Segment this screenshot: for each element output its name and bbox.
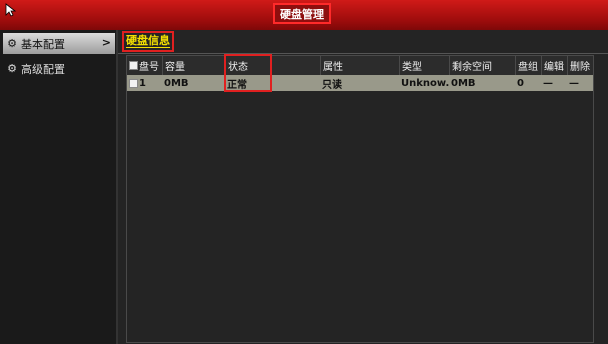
attribute-cell: 只读: [322, 79, 342, 91]
column-header-type: 类型: [399, 56, 449, 75]
status-cell: 正常: [227, 79, 247, 91]
column-header-status: 状态: [225, 56, 320, 75]
edit-button[interactable]: —: [541, 75, 567, 91]
sidebar-item-basic-config[interactable]: ⚙ 基本配置 >: [3, 33, 115, 54]
title-bar: 硬盘管理: [0, 0, 608, 30]
table-row[interactable]: 1 0MB 正常 只读 Unknow... 0MB 0 — —: [127, 75, 593, 91]
capacity-cell: 0MB: [164, 77, 189, 89]
tab-bar: 硬盘信息: [118, 30, 608, 54]
column-header-attribute: 属性: [320, 56, 399, 75]
column-header-delete: 删除: [567, 56, 593, 75]
column-header-free-space: 剩余空间: [449, 56, 515, 75]
row-checkbox[interactable]: [129, 78, 138, 88]
type-cell: Unknow...: [401, 77, 449, 89]
select-all-checkbox[interactable]: [129, 61, 138, 70]
column-header-capacity: 容量: [162, 56, 225, 75]
column-header-edit: 编辑: [541, 56, 567, 75]
sidebar-item-advanced-config[interactable]: ⚙ 高级配置: [3, 58, 115, 79]
disk-no-cell: 1: [127, 75, 162, 91]
sidebar-item-label: 高级配置: [21, 62, 65, 76]
sidebar: ⚙ 基本配置 > ⚙ 高级配置: [0, 30, 118, 344]
gears-icon: ⚙: [7, 62, 17, 75]
main-panel: 硬盘信息 盘号 容量 状态 属性 类型 剩余空间 盘组 编辑 删除 1 0MB …: [118, 30, 608, 344]
tab-label: 硬盘信息: [126, 34, 170, 48]
mouse-cursor-icon: [5, 3, 17, 17]
disk-table: 盘号 容量 状态 属性 类型 剩余空间 盘组 编辑 删除 1 0MB 正常 只读…: [126, 55, 594, 343]
sidebar-item-label: 基本配置: [21, 37, 65, 51]
tab-disk-info[interactable]: 硬盘信息: [122, 31, 174, 52]
table-header: 盘号 容量 状态 属性 类型 剩余空间 盘组 编辑 删除: [127, 56, 593, 76]
gear-icon: ⚙: [7, 37, 17, 50]
delete-button[interactable]: —: [567, 75, 593, 91]
group-cell: 0: [517, 77, 524, 89]
window-title: 硬盘管理: [273, 3, 331, 24]
column-header-group: 盘组: [515, 56, 541, 75]
column-header-disk-no[interactable]: 盘号: [127, 56, 162, 75]
chevron-right-icon: >: [101, 36, 111, 49]
free-space-cell: 0MB: [451, 77, 476, 89]
